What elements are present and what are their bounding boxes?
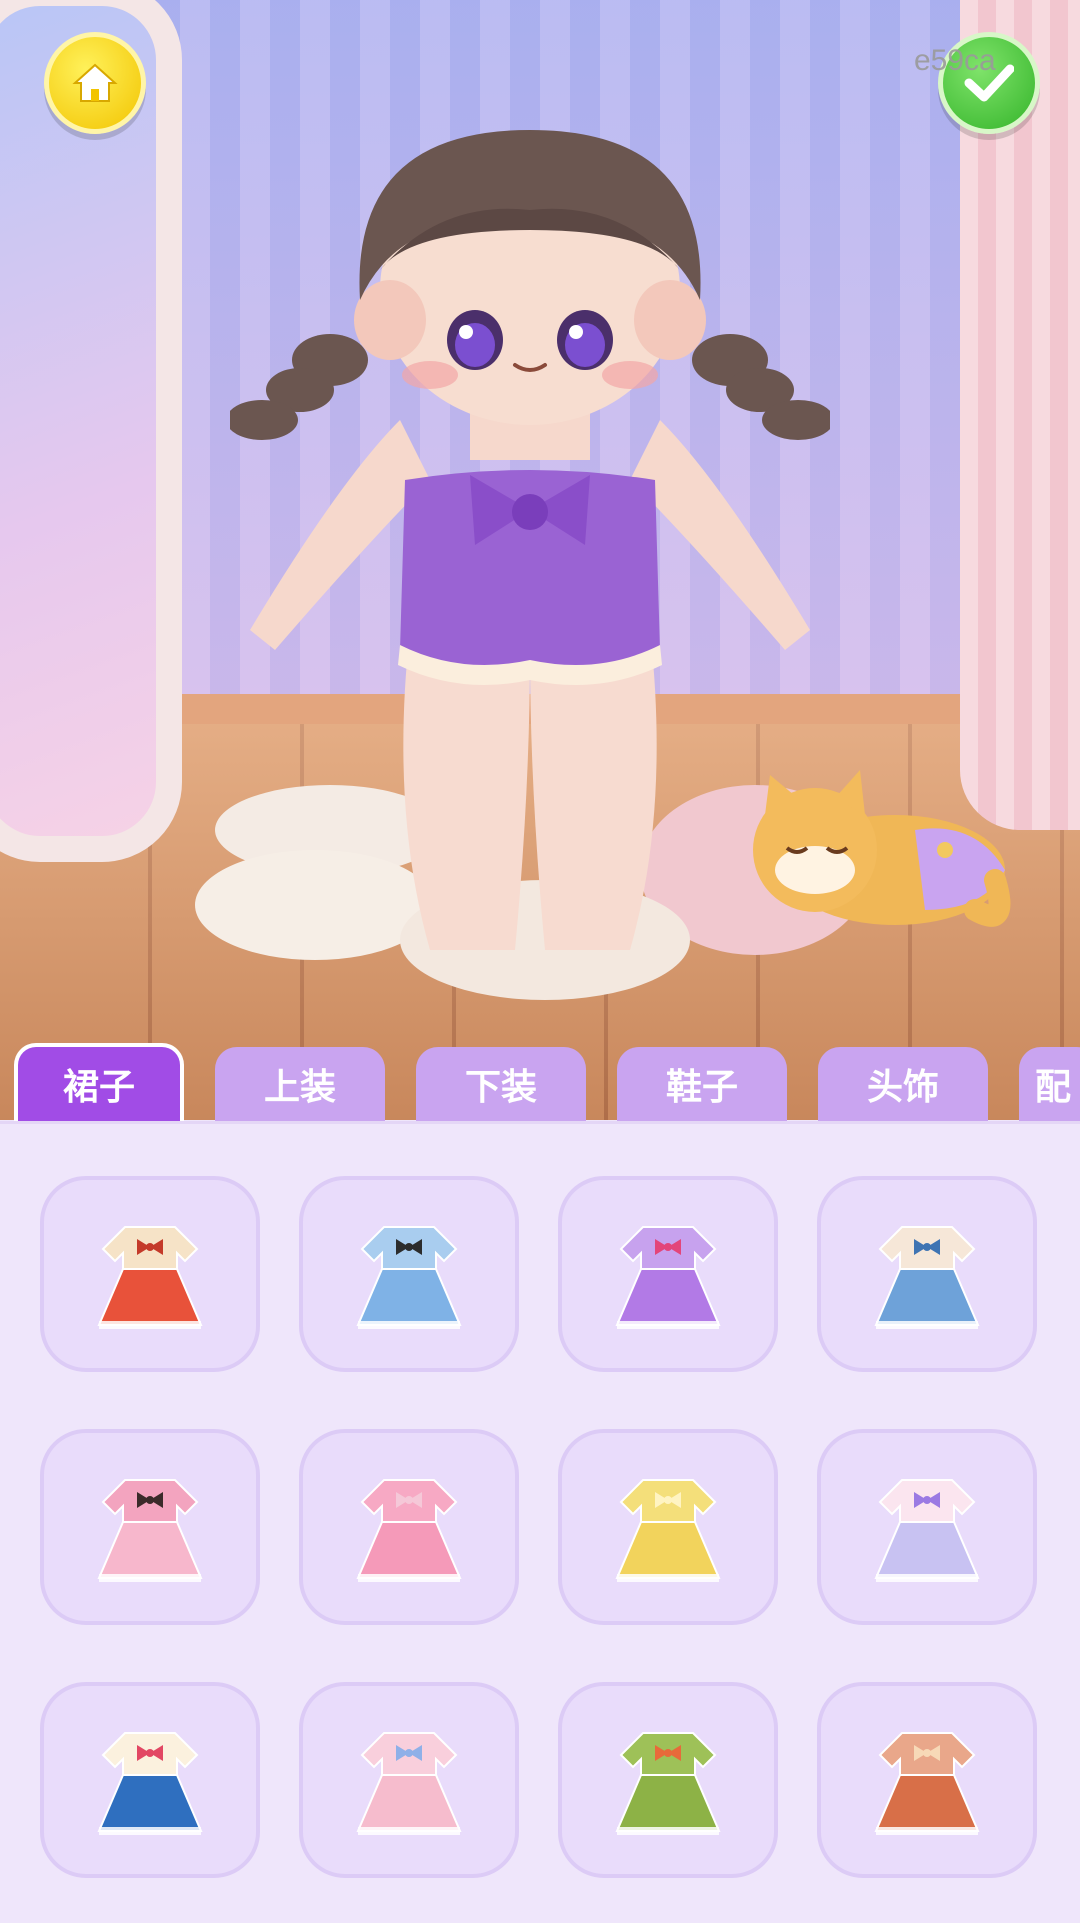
rust-lace-dress-icon: [874, 1732, 980, 1835]
sailor-dress-icon: [97, 1732, 203, 1835]
outfit-card[interactable]: [817, 1682, 1037, 1878]
outfit-card[interactable]: [558, 1429, 778, 1625]
yellow-outfit-icon: [615, 1479, 721, 1582]
tab-bottoms[interactable]: 下装: [416, 1047, 586, 1121]
outfit-card[interactable]: [299, 1682, 519, 1878]
outfit-card[interactable]: [558, 1682, 778, 1878]
outfit-card[interactable]: [817, 1429, 1037, 1625]
sleeping-cat: [753, 770, 1011, 927]
right-braid: [692, 334, 830, 440]
outfit-card[interactable]: [299, 1176, 519, 1372]
outfit-card[interactable]: [558, 1176, 778, 1372]
green-qipao-icon: [615, 1732, 721, 1835]
outfit-grid-panel: [0, 1121, 1080, 1923]
tab-headwear[interactable]: 头饰: [818, 1047, 988, 1121]
outfit-card[interactable]: [817, 1176, 1037, 1372]
outfit-card[interactable]: [40, 1429, 260, 1625]
tab-accessories[interactable]: 配: [1019, 1047, 1080, 1121]
tab-label: 头饰: [866, 1067, 939, 1108]
tab-tops[interactable]: 上装: [215, 1047, 385, 1121]
tab-label: 鞋子: [665, 1067, 738, 1108]
purple-bodysuit: [398, 470, 662, 685]
outfit-card[interactable]: [40, 1176, 260, 1372]
denim-overalls-icon: [874, 1226, 980, 1329]
tab-label: 配: [1035, 1067, 1072, 1108]
outfit-card[interactable]: [40, 1682, 260, 1878]
dress-up-scene: e59ca: [0, 0, 1080, 1120]
tab-dresses[interactable]: 裙子: [14, 1043, 184, 1121]
pink-lace-dress-icon: [356, 1732, 462, 1835]
category-tab-bar: 裙子 上装 下装 鞋子 头饰 配: [0, 1043, 1080, 1121]
home-icon: [72, 63, 118, 102]
tab-label: 裙子: [62, 1067, 135, 1108]
home-button[interactable]: [44, 32, 146, 134]
blue-plaid-dress-icon: [356, 1226, 462, 1329]
tab-shoes[interactable]: 鞋子: [617, 1047, 787, 1121]
cream-red-dress-icon: [97, 1226, 203, 1329]
pink-dress-icon: [97, 1479, 203, 1582]
pastel-rainbow-dress-icon: [874, 1479, 980, 1582]
tab-label: 上装: [263, 1067, 336, 1108]
tab-label: 下装: [464, 1067, 537, 1108]
watermark-text: e59ca: [914, 44, 996, 77]
outfit-card[interactable]: [299, 1429, 519, 1625]
pink-slip-dress-icon: [356, 1479, 462, 1582]
purple-dress-icon: [615, 1226, 721, 1329]
left-braid: [230, 334, 368, 440]
